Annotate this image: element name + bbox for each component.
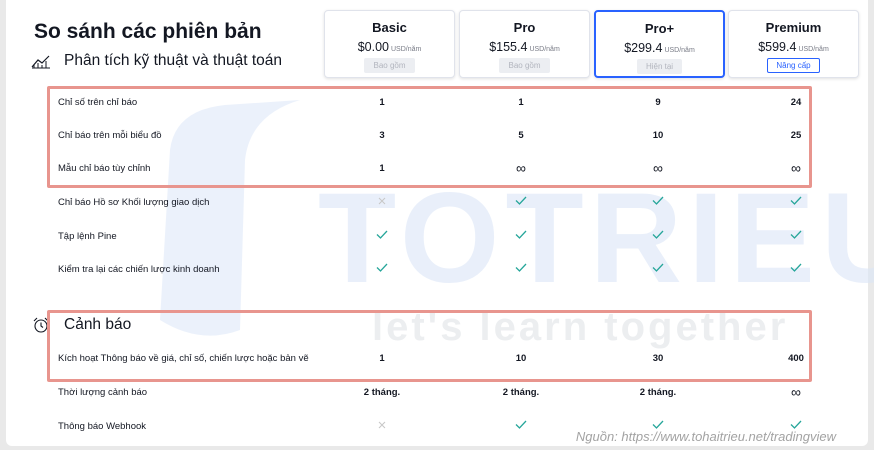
feature-row: Tập lệnh Pine: [48, 224, 808, 248]
section-alerts-header: Cảnh báo: [30, 316, 131, 334]
current-plan-button: Hiện tại: [636, 59, 683, 74]
pro-value: 2 tháng.: [502, 386, 540, 398]
pro-value: ∞: [516, 160, 526, 176]
feature-row: Kích hoạt Thông báo về giá, chỉ số, chiế…: [48, 346, 808, 370]
price-unit: USD/năm: [529, 46, 560, 53]
feature-row: Mẫu chỉ báo tùy chỉnh 1 ∞ ∞ ∞: [48, 156, 808, 180]
price-value: $0.00: [357, 40, 389, 54]
cross-icon: [352, 421, 412, 432]
included-button: Bao gồm: [364, 58, 415, 73]
feature-label: Chỉ báo trên mỗi biểu đồ: [58, 129, 162, 141]
pro-plus-value: 2 tháng.: [639, 386, 677, 398]
price-unit: USD/năm: [390, 46, 422, 53]
check-icon: [628, 230, 688, 242]
section-analysis-header: Phân tích kỹ thuật và thuật toán: [30, 52, 282, 70]
plan-name: Basic: [372, 20, 407, 35]
feature-row: Chỉ báo Hồ sơ Khối lượng giao dịch: [48, 190, 808, 214]
chart-analysis-icon: [30, 52, 52, 70]
page-title: So sánh các phiên bản: [34, 20, 262, 43]
premium-value: ∞: [791, 160, 801, 176]
included-button: Bao gồm: [499, 58, 550, 73]
check-icon: [352, 230, 412, 242]
pro-plus-value: ∞: [653, 160, 663, 176]
check-icon: [491, 420, 551, 432]
plan-price: $299.4 USD/năm: [596, 41, 723, 55]
feature-label: Kích hoạt Thông báo về giá, chỉ số, chiế…: [58, 352, 309, 364]
pro-value: 1: [518, 96, 524, 108]
feature-label: Kiểm tra lại các chiến lược kinh doanh: [58, 263, 220, 275]
cross-icon: [352, 197, 412, 208]
price-unit: USD/năm: [798, 46, 829, 53]
check-icon: [491, 230, 551, 242]
pro-value: 10: [515, 352, 527, 364]
check-icon: [491, 263, 551, 275]
price-value: $155.4: [489, 40, 528, 54]
alarm-clock-icon: [30, 316, 52, 334]
plan-name: Pro+: [644, 21, 675, 36]
plan-card-pro: Pro $155.4 USD/năm Bao gồm: [459, 10, 590, 78]
pro-plus-value: 9: [655, 96, 661, 108]
pro-plus-value: 10: [652, 129, 664, 141]
premium-value: 25: [790, 129, 802, 141]
premium-value: 24: [790, 96, 802, 108]
plan-card-basic: Basic $0.00 USD/năm Bao gồm: [324, 10, 455, 78]
check-icon: [628, 196, 688, 208]
section-title: Phân tích kỹ thuật và thuật toán: [64, 52, 283, 69]
feature-label: Chỉ số trên chỉ báo: [58, 96, 138, 108]
plan-price: $599.4 USD/năm: [729, 40, 858, 54]
pro-plus-value: 30: [652, 352, 664, 364]
section-title: Cảnh báo: [64, 316, 132, 333]
price-value: $299.4: [624, 41, 663, 55]
pro-value: 5: [518, 129, 524, 141]
feature-row: Chỉ số trên chỉ báo 1 1 9 24: [48, 90, 808, 114]
basic-value: 1: [379, 352, 385, 364]
price-unit: USD/năm: [664, 47, 695, 54]
premium-value: ∞: [791, 384, 801, 400]
check-icon: [766, 230, 826, 242]
upgrade-button[interactable]: Nâng cấp: [767, 58, 820, 73]
check-icon: [766, 196, 826, 208]
feature-row: Kiểm tra lại các chiến lược kinh doanh: [48, 257, 808, 281]
check-icon: [491, 196, 551, 208]
basic-value: 3: [379, 129, 385, 141]
plan-card-premium: Premium $599.4 USD/năm Nâng cấp: [728, 10, 859, 78]
check-icon: [352, 263, 412, 275]
feature-label: Chỉ báo Hồ sơ Khối lượng giao dịch: [58, 196, 210, 208]
basic-value: 1: [379, 162, 385, 174]
plan-price: $0.00 USD/năm: [325, 40, 454, 54]
feature-label: Thời lượng cảnh báo: [58, 386, 148, 398]
feature-label: Tập lệnh Pine: [58, 230, 117, 242]
plan-card-pro-plus: Pro+ $299.4 USD/năm Hiện tại: [594, 10, 725, 78]
check-icon: [628, 263, 688, 275]
feature-row: Chỉ báo trên mỗi biểu đồ 3 5 10 25: [48, 123, 808, 147]
check-icon: [766, 263, 826, 275]
feature-label: Mẫu chỉ báo tùy chỉnh: [58, 162, 151, 174]
premium-value: 400: [788, 352, 804, 364]
plan-name: Premium: [765, 20, 822, 35]
basic-value: 2 tháng.: [363, 386, 401, 398]
source-credit: Nguồn: https://www.tohaitrieu.net/tradin…: [575, 429, 836, 444]
feature-label: Thông báo Webhook: [58, 420, 147, 432]
price-value: $599.4: [758, 40, 797, 54]
basic-value: 1: [379, 96, 385, 108]
feature-row: Thời lượng cảnh báo 2 tháng. 2 tháng. 2 …: [48, 380, 808, 404]
plan-name: Pro: [513, 20, 536, 35]
plan-price: $155.4 USD/năm: [460, 40, 589, 54]
